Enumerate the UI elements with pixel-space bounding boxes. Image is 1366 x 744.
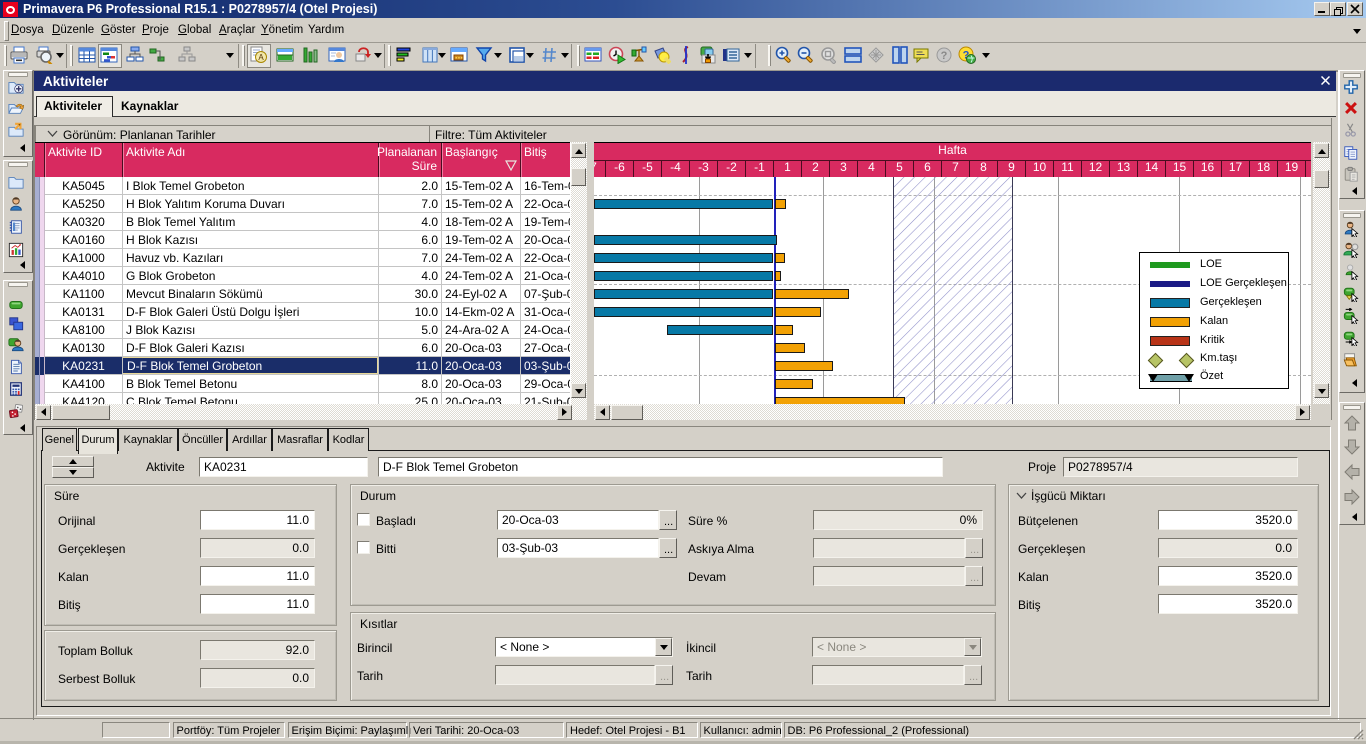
svg-text:?: ? <box>941 50 948 62</box>
svg-text:A: A <box>258 53 264 62</box>
